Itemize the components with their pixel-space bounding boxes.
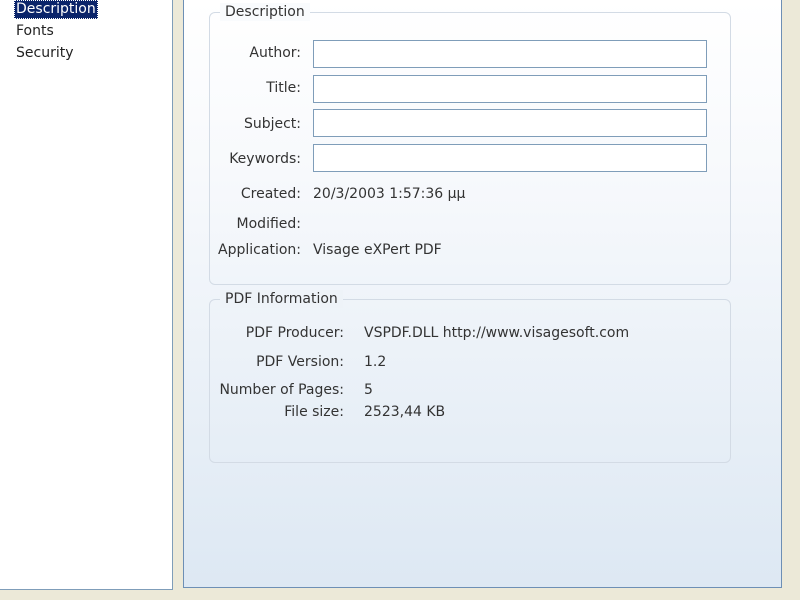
created-label: Created: xyxy=(240,186,301,202)
nav-item-fonts[interactable]: Fonts xyxy=(14,22,56,41)
author-field[interactable] xyxy=(313,40,707,68)
pdf-version-label: PDF Version: xyxy=(256,354,344,370)
properties-content-panel: Description Author: Title: Subject: Keyw… xyxy=(183,0,782,588)
properties-category-list: Description Fonts Security xyxy=(0,0,173,590)
pdf-producer-label: PDF Producer: xyxy=(245,325,344,341)
number-of-pages-value: 5 xyxy=(364,382,373,398)
window-right-edge xyxy=(782,0,800,600)
modified-label: Modified: xyxy=(236,216,301,232)
keywords-field[interactable] xyxy=(313,144,707,172)
subject-field[interactable] xyxy=(313,109,707,137)
created-value: 20/3/2003 1:57:36 μμ xyxy=(313,186,466,202)
title-label: Title: xyxy=(266,80,301,96)
number-of-pages-label: Number of Pages: xyxy=(219,382,344,398)
pdf-version-value: 1.2 xyxy=(364,354,387,370)
pdf-information-group-title: PDF Information xyxy=(220,290,343,308)
application-label: Application: xyxy=(218,242,301,258)
application-value: Visage eXPert PDF xyxy=(313,242,442,258)
file-size-label: File size: xyxy=(284,404,344,420)
subject-label: Subject: xyxy=(243,116,301,132)
window-bottom-edge xyxy=(0,590,800,600)
description-group-title: Description xyxy=(220,3,310,21)
nav-item-security[interactable]: Security xyxy=(14,44,76,63)
author-label: Author: xyxy=(249,45,301,61)
title-field[interactable] xyxy=(313,75,707,103)
keywords-label: Keywords: xyxy=(229,151,301,167)
file-size-value: 2523,44 KB xyxy=(364,404,446,420)
pdf-producer-value: VSPDF.DLL http://www.visagesoft.com xyxy=(364,325,630,341)
nav-item-description[interactable]: Description xyxy=(14,0,98,19)
